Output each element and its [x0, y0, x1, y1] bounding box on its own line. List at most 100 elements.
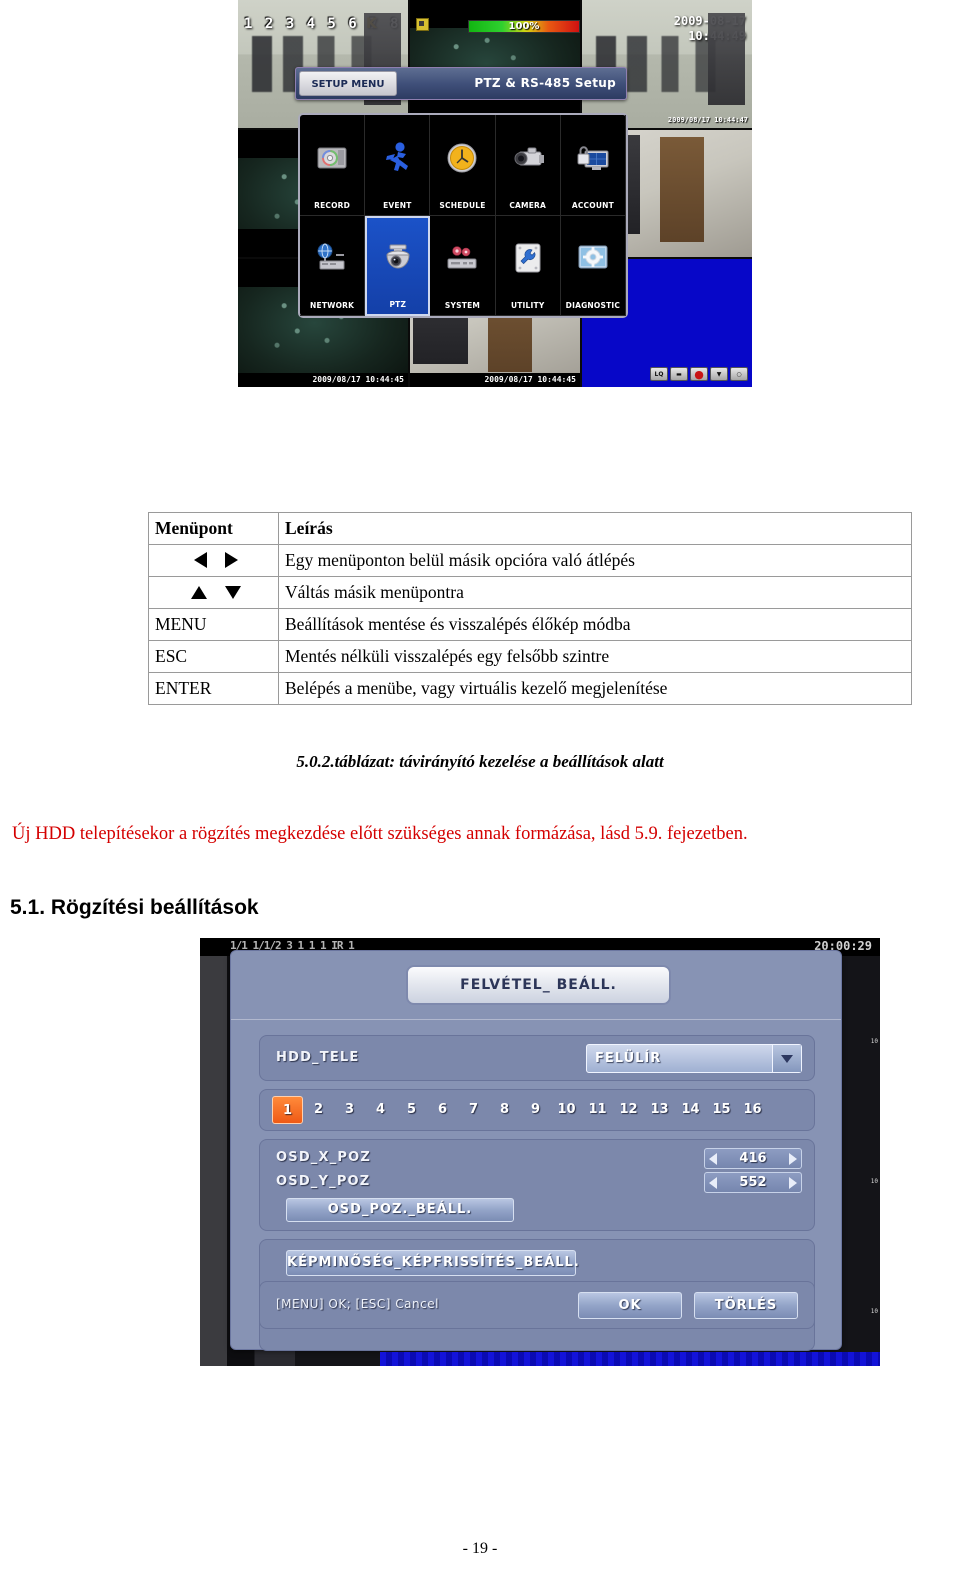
menu-item-label: EVENT [383, 200, 412, 210]
table-header-menupont: Menüpont [148, 512, 279, 545]
channel-button-4[interactable]: 4 [365, 1096, 396, 1124]
menu-item-network[interactable]: NETWORK [300, 215, 366, 316]
table-row: MENU Beállítások mentése és visszalépés … [148, 608, 912, 641]
remote-key-reference-table: Menüpont Leírás Egy menüponton belül más… [148, 512, 912, 705]
key-description: Mentés nélküli visszalépés egy felsőbb s… [278, 640, 912, 673]
menu-item-label: RECORD [314, 200, 351, 210]
globe-network-icon [300, 216, 364, 302]
table-header-row: Menüpont Leírás [148, 512, 912, 545]
dialog-footer-group: [MENU] OK; [ESC] Cancel OK TÖRLÉS [259, 1281, 815, 1329]
channel-button-6[interactable]: 6 [427, 1096, 458, 1124]
menu-item-schedule[interactable]: SCHEDULE [430, 115, 496, 216]
key-description: Egy menüponton belül másik opcióra való … [278, 544, 912, 577]
arrow-left-icon[interactable] [709, 1176, 717, 1189]
k-icon: K [366, 16, 377, 32]
channel-selector-group: 1 2 3 4 5 6 7 8 9 10 11 12 13 14 15 16 [259, 1089, 815, 1131]
camera-tile-3: 2009-08-17 10:44:49 2009/08/17 10:44:47 [582, 0, 752, 128]
chevron-down-icon[interactable] [772, 1045, 801, 1072]
menu-item-label: CAMERA [509, 200, 547, 210]
menu-item-label: SCHEDULE [439, 200, 486, 210]
hdd-usage-label: 100% [508, 21, 540, 32]
arrow-left-icon[interactable] [709, 1152, 717, 1165]
table-row: ESC Mentés nélküli visszalépés egy felső… [148, 640, 912, 673]
key-cell-esc: ESC [148, 640, 279, 673]
menu-item-label: ACCOUNT [571, 200, 614, 210]
hdd-tele-group: HDD_TELE FELÜLÍR [259, 1035, 815, 1081]
trash-icon[interactable]: ▼ [710, 367, 728, 381]
hdd-icon [416, 18, 429, 31]
setup-menu-icon-grid: RECORD EVENT SCHEDULE CAMERA ACCOUNT NET… [298, 113, 628, 318]
key-cell-arrows-left-right [148, 544, 279, 577]
channel-button-1[interactable]: 1 [272, 1096, 303, 1124]
key-cell-arrows-up-down [148, 576, 279, 609]
felvetel-beall-dialog: FELVÉTEL_ BEÁLL. HDD_TELE FELÜLÍR 1 2 3 … [230, 950, 842, 1351]
menu-item-account[interactable]: ACCOUNT [560, 115, 626, 216]
menu-item-camera[interactable]: CAMERA [495, 115, 561, 216]
arrow-right-icon [224, 552, 238, 568]
channel-button-10[interactable]: 10 [551, 1096, 582, 1124]
channel-button-5[interactable]: 5 [396, 1096, 427, 1124]
osd-position-setup-button[interactable]: OSD_POZ._BEÁLL. [286, 1198, 514, 1222]
table-header-leiras: Leírás [278, 512, 912, 545]
lq-icon[interactable]: LQ [650, 367, 668, 381]
arrow-left-icon [193, 552, 207, 568]
clock-icon [430, 115, 494, 201]
delete-button[interactable]: TÖRLÉS [694, 1292, 798, 1319]
image-quality-framerate-button[interactable]: KÉPMINŐSÉG_KÉPFRISSÍTÉS_BEÁLL. [286, 1250, 579, 1276]
recording-settings-screenshot: 1/1 1/1/2 3 1 1 1 IR 1 20:00:29 10 10 10… [200, 938, 880, 1366]
arrow-up-icon [190, 585, 207, 599]
channel-button-12[interactable]: 12 [613, 1096, 644, 1124]
channel-button-13[interactable]: 13 [644, 1096, 675, 1124]
key-cell-enter: ENTER [148, 672, 279, 705]
osd-y-stepper[interactable]: 552 [704, 1172, 802, 1193]
wrench-icon [496, 216, 560, 302]
channel-button-8[interactable]: 8 [489, 1096, 520, 1124]
channel-button-16[interactable]: 16 [737, 1096, 768, 1124]
hdd-tele-select[interactable]: FELÜLÍR [586, 1044, 802, 1073]
menu-item-system[interactable]: SYSTEM [430, 215, 496, 316]
arrow-right-icon[interactable] [789, 1176, 797, 1189]
channel-button-15[interactable]: 15 [706, 1096, 737, 1124]
hdd-tele-label: HDD_TELE [276, 1050, 360, 1065]
menu-item-utility[interactable]: UTILITY [495, 215, 561, 316]
channel-button-7[interactable]: 7 [458, 1096, 489, 1124]
dvr-status-iconbar: LQ ▬ ● ▼ ○ [650, 367, 748, 381]
menu-item-event[interactable]: EVENT [365, 115, 431, 216]
gear-screen-icon [561, 216, 625, 302]
table-row: Váltás másik menüpontra [148, 576, 912, 609]
osd-x-stepper[interactable]: 416 [704, 1148, 802, 1169]
setup-menu-title: PTZ & RS-485 Setup [474, 76, 616, 90]
channel-button-2[interactable]: 2 [303, 1096, 334, 1124]
menu-item-label: UTILITY [510, 301, 545, 310]
camera-tile-2: 100% [410, 0, 580, 128]
table-caption: 5.0.2.táblázat: távirányító kezelése a b… [296, 752, 664, 771]
table-row: ENTER Belépés a menübe, vagy virtuális k… [148, 672, 912, 705]
record-icon[interactable]: ● [690, 367, 708, 381]
arrow-right-icon[interactable] [789, 1152, 797, 1165]
ok-button[interactable]: OK [578, 1292, 682, 1319]
menu-item-ptz[interactable]: PTZ [365, 215, 431, 316]
channel-button-3[interactable]: 3 [334, 1096, 365, 1124]
monitor-icon[interactable]: ▬ [670, 367, 688, 381]
menu-item-label: PTZ [389, 300, 407, 309]
menu-item-diagnostic[interactable]: DIAGNOSTIC [560, 215, 626, 316]
datetime-strip-1: 2009/08/17 10:44:45 [238, 372, 408, 387]
osd-x-value: 416 [739, 1151, 767, 1166]
dialog-divider [231, 1019, 841, 1020]
datetime-overlay: 2009-08-17 10:44:49 [674, 14, 746, 44]
dialog-title: FELVÉTEL_ BEÁLL. [406, 965, 671, 1005]
camera-icon[interactable]: ○ [730, 367, 748, 381]
menu-item-label: SYSTEM [444, 301, 481, 310]
channel-list: 1 2 3 4 5 6 7 8 9 10 11 12 13 14 15 16 [272, 1096, 768, 1124]
hdd-disc-icon [300, 115, 364, 201]
dialog-key-hint: [MENU] OK; [ESC] Cancel [276, 1297, 439, 1311]
arrow-down-icon [224, 585, 241, 599]
channel-button-11[interactable]: 11 [582, 1096, 613, 1124]
osd-bottom-strip [380, 1352, 880, 1366]
channel-button-14[interactable]: 14 [675, 1096, 706, 1124]
key-cell-menu: MENU [148, 608, 279, 641]
setup-menu-titlebar: SETUP MENU PTZ & RS-485 Setup [295, 67, 627, 100]
datetime-strip-2: 2009/08/17 10:44:45 [410, 372, 580, 387]
channel-button-9[interactable]: 9 [520, 1096, 551, 1124]
menu-item-record[interactable]: RECORD [300, 115, 366, 216]
